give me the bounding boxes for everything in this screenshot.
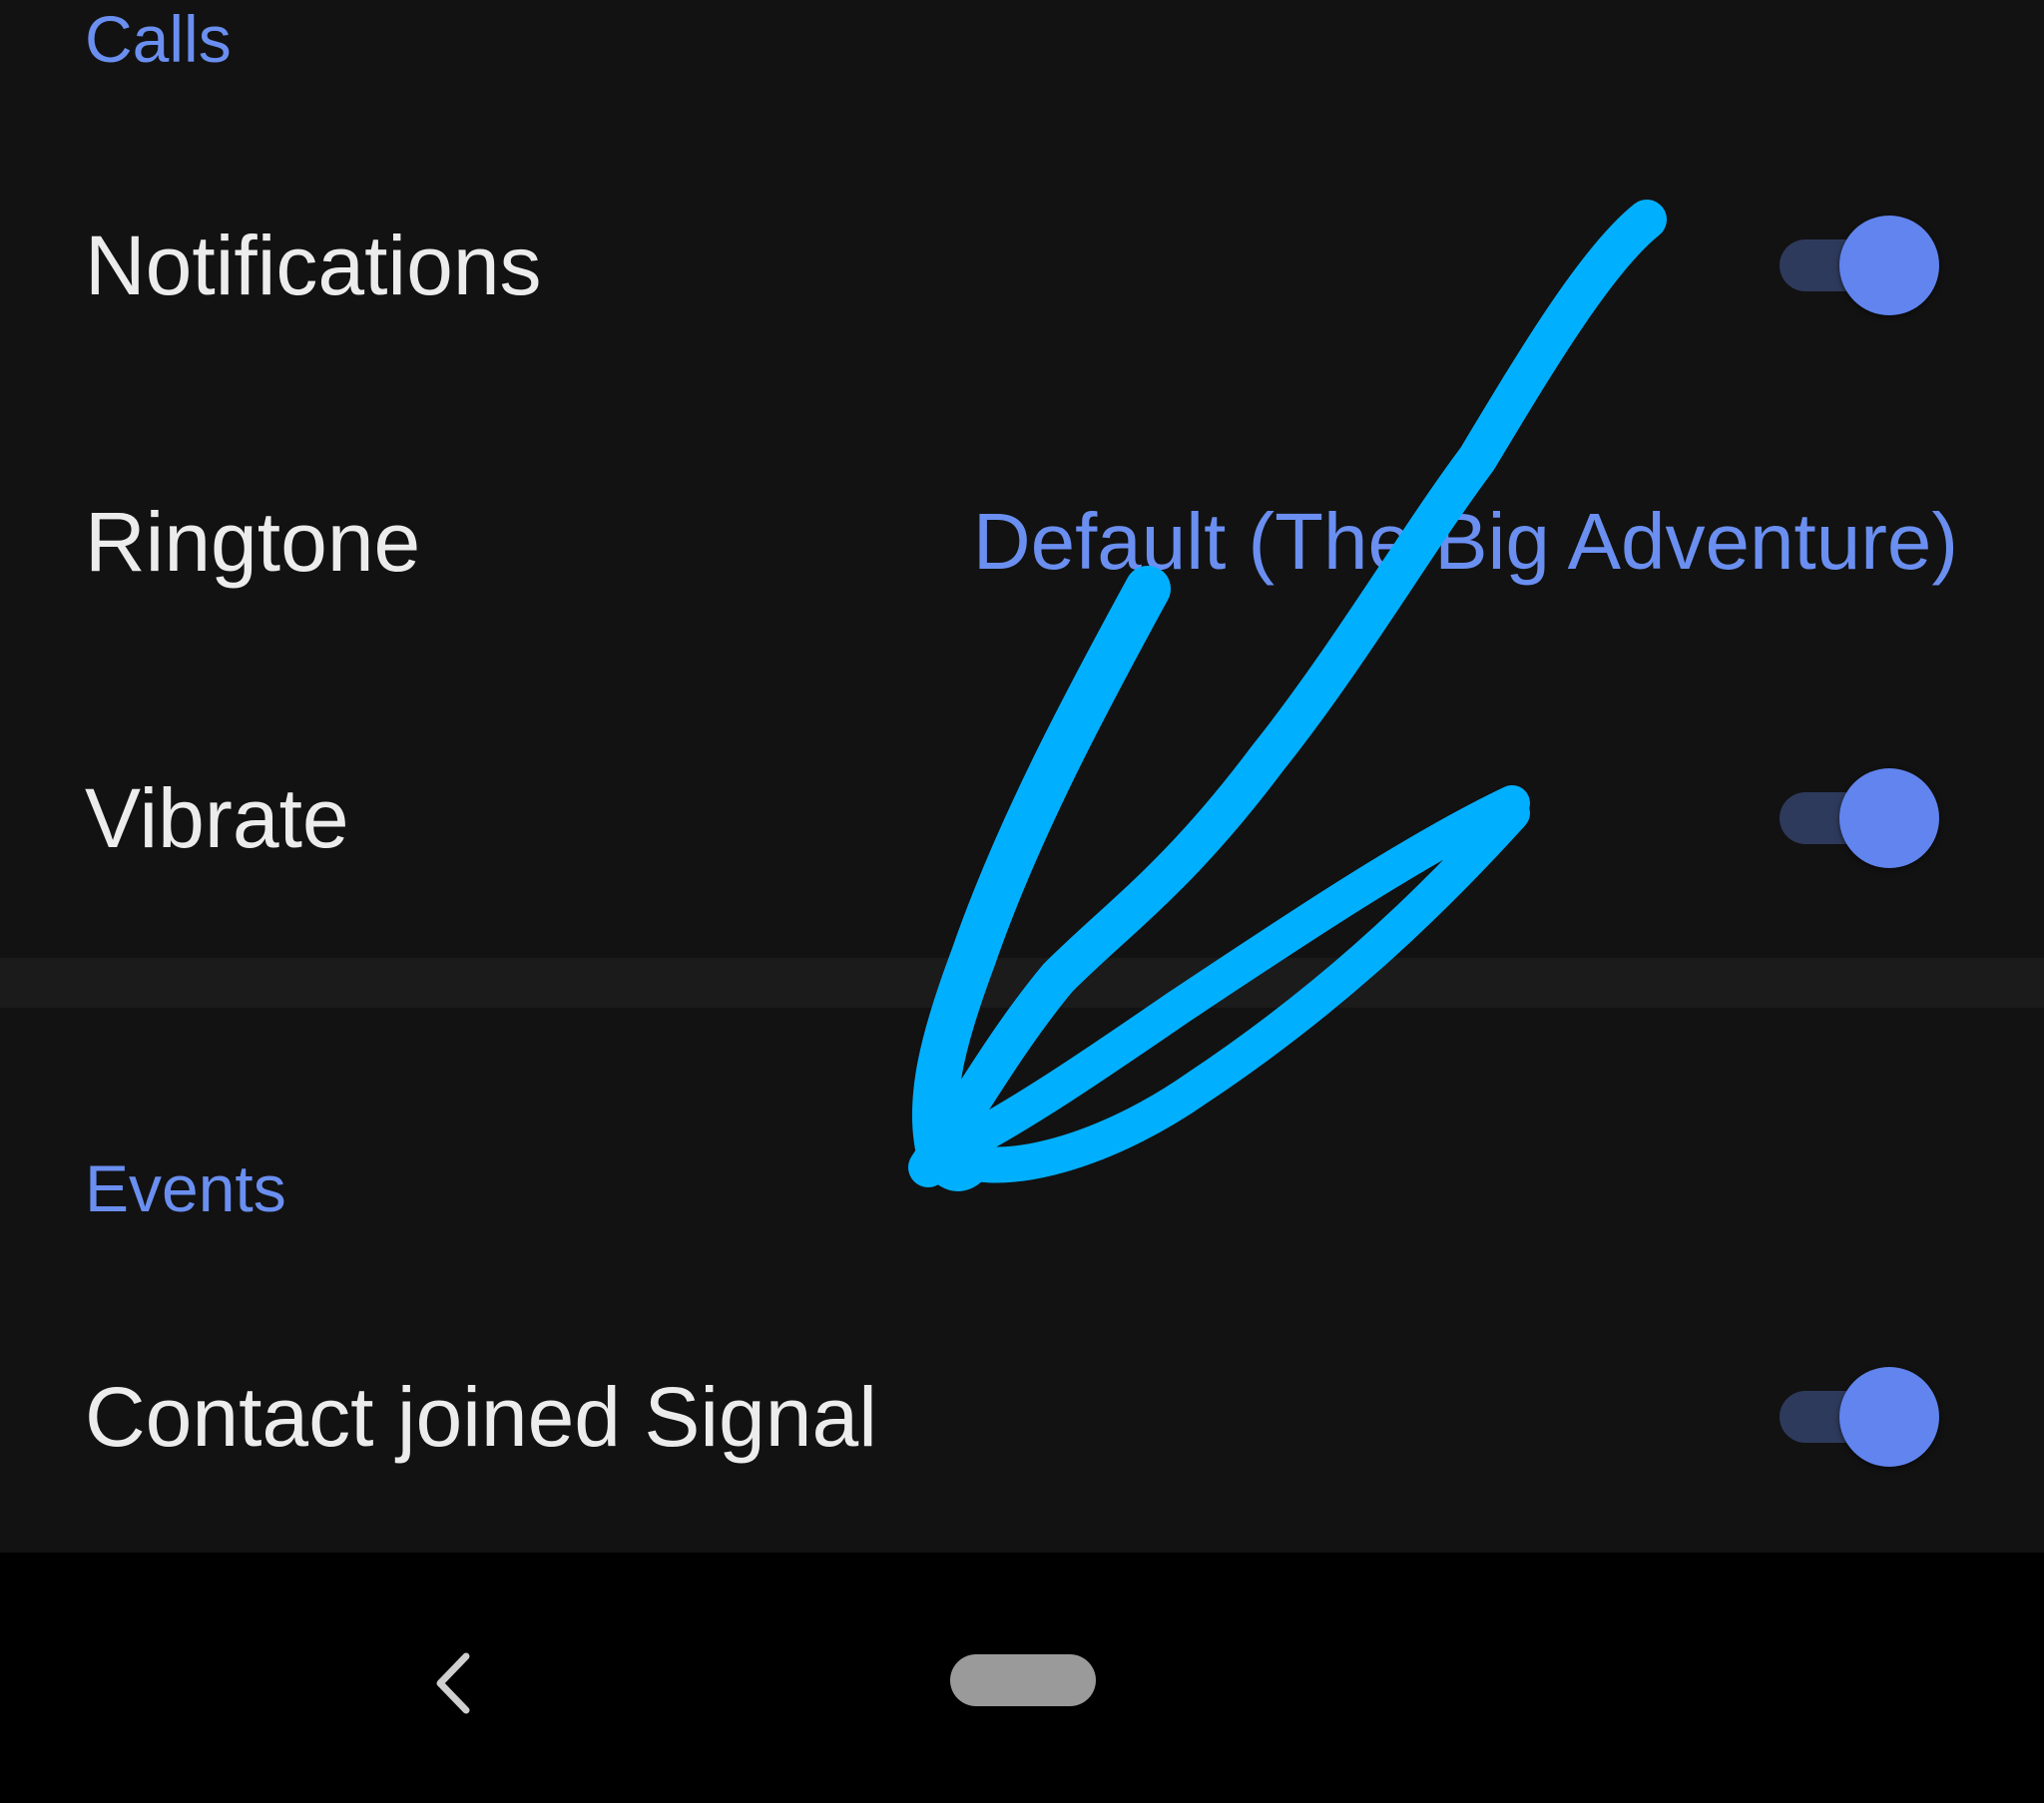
contact-joined-toggle-thumb bbox=[1839, 1367, 1939, 1467]
notifications-row[interactable]: Notifications bbox=[0, 128, 2044, 403]
vibrate-toggle[interactable] bbox=[1776, 766, 1943, 870]
notifications-toggle[interactable] bbox=[1776, 214, 1943, 317]
ringtone-row[interactable]: Ringtone Default (The Big Adventure) bbox=[0, 404, 2044, 679]
notifications-label: Notifications bbox=[85, 219, 542, 312]
vibrate-toggle-thumb bbox=[1839, 768, 1939, 868]
contact-joined-toggle[interactable] bbox=[1776, 1365, 1943, 1469]
contact-joined-row[interactable]: Contact joined Signal bbox=[0, 1279, 2044, 1555]
system-navigation-bar bbox=[0, 1553, 2044, 1803]
section-divider bbox=[0, 958, 2044, 1008]
contact-joined-label: Contact joined Signal bbox=[85, 1370, 877, 1464]
vibrate-row[interactable]: Vibrate bbox=[0, 680, 2044, 956]
events-section-header: Events bbox=[85, 1151, 286, 1225]
home-pill-icon[interactable] bbox=[950, 1654, 1096, 1706]
ringtone-value: Default (The Big Adventure) bbox=[972, 497, 1958, 586]
ringtone-label: Ringtone bbox=[85, 495, 421, 589]
calls-section-header: Calls bbox=[85, 2, 232, 76]
settings-screen: Calls Notifications Ringtone Default (Th… bbox=[0, 0, 2044, 1803]
chevron-left-icon[interactable] bbox=[424, 1648, 484, 1718]
vibrate-label: Vibrate bbox=[85, 771, 349, 865]
notifications-toggle-thumb bbox=[1839, 216, 1939, 315]
